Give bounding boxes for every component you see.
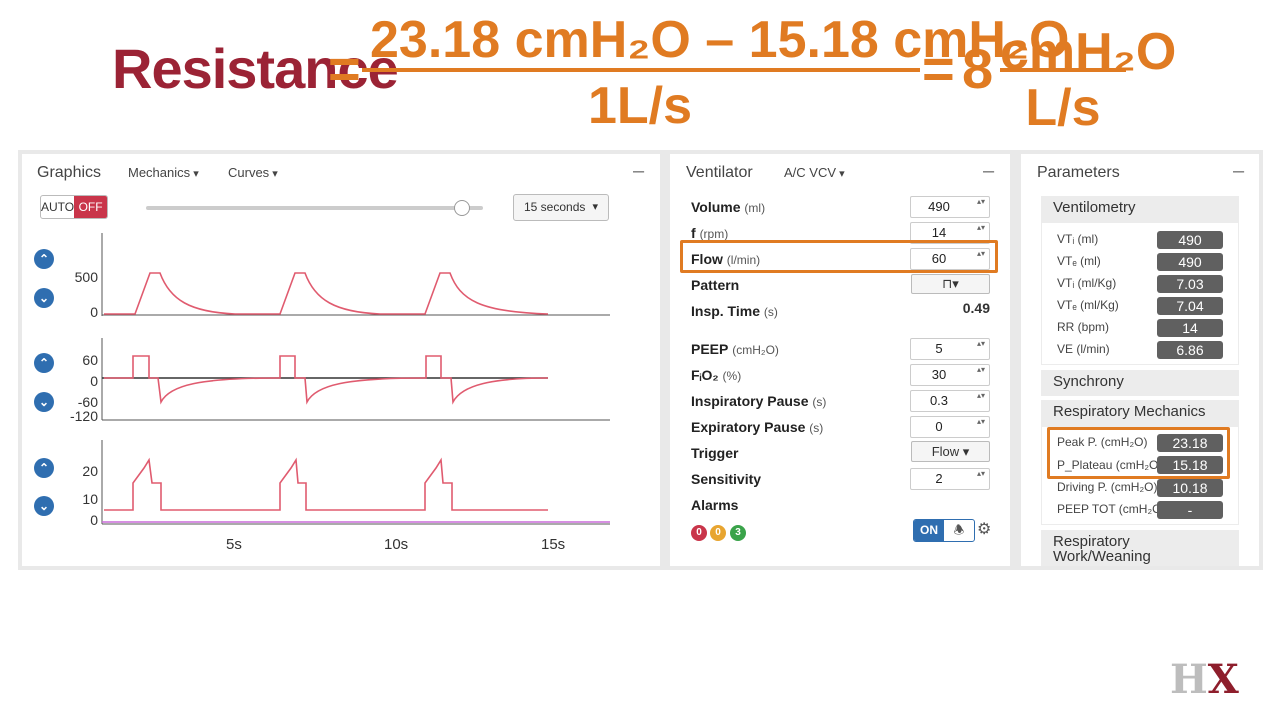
alarm-medium-count[interactable]: 0 [710,525,726,541]
ventilator-title: Ventilator [686,164,753,181]
sensitivity-input[interactable]: 2 [910,468,990,490]
sensitivity-label: Sensitivity [691,471,761,487]
vti-value: 490 [1157,231,1223,249]
parameters-title: Parameters [1037,164,1120,181]
peak-pressure-value: 23.18 [1157,434,1223,452]
frequency-name: f [691,225,696,241]
bell-icon[interactable]: 🕭 [944,520,974,541]
insp-pause-unit: (s) [812,395,827,409]
peep-tot-label: PEEP TOT (cmH₂O) [1057,502,1166,516]
vte-value: 490 [1157,253,1223,271]
ventilometry-header[interactable]: Ventilometry [1041,196,1239,222]
driving-pressure-label: Driving P. (cmH₂O) [1057,480,1158,494]
volume-name: Volume [691,199,741,215]
volume-unit: (ml) [744,201,766,215]
fio2-input[interactable]: 30 [910,364,990,386]
flow-waveform [104,355,549,405]
peep-unit: (cmH₂O) [732,343,779,357]
hx-logo: HX [1170,656,1239,703]
ve-value: 6.86 [1157,341,1223,359]
vti-kg-value: 7.03 [1157,275,1223,293]
alarms-name: Alarms [691,497,739,513]
alarm-low-count[interactable]: 3 [730,525,746,541]
peep-name: PEEP [691,341,729,357]
alarms-label: Alarms [691,497,738,513]
flow-name: Flow [691,251,723,267]
vte-kg-value: 7.04 [1157,297,1223,315]
insp-time-value: 0.49 [962,300,990,316]
flow-input[interactable]: 60 [910,248,990,270]
alarm-high-count[interactable]: 0 [691,525,707,541]
gear-icon[interactable]: ⚙ [977,519,991,539]
respiratory-mechanics-header[interactable]: Respiratory Mechanics [1041,400,1239,426]
pressure-waveform [104,457,548,511]
exp-pause-name: Expiratory Pause [691,419,806,435]
caret-down-icon: ▾ [962,444,970,459]
trigger-name: Trigger [691,445,739,461]
logo-h: H [1170,656,1208,703]
parameters-minimize-button[interactable]: – [1233,160,1244,183]
insp-pause-label: Inspiratory Pause (s) [691,393,826,409]
vte-kg-label: VTₑ (ml/Kg) [1057,298,1119,312]
ventilator-minimize-button[interactable]: – [983,160,994,183]
pattern-dropdown[interactable]: ⊓▾ [911,274,990,294]
synchrony-header[interactable]: Synchrony [1041,370,1239,396]
respiratory-work-header[interactable]: Respiratory Work/Weaning [1041,530,1239,566]
sensitivity-name: Sensitivity [691,471,762,487]
ve-label: VE (l/min) [1057,342,1110,356]
peak-pressure-label: Peak P. (cmH₂O) [1057,435,1148,449]
vti-kg-label: VTᵢ (ml/Kg) [1057,276,1117,290]
trigger-label: Trigger [691,445,738,461]
alarm-toggle[interactable]: ON 🕭 [913,519,975,542]
exp-pause-input[interactable]: 0 [910,416,990,438]
peep-tot-value: - [1157,501,1223,519]
vti-label: VTᵢ (ml) [1057,232,1099,246]
fio2-name: FᵢO₂ [691,367,719,383]
fio2-unit: (%) [722,369,742,383]
frequency-label: f (rpm) [691,225,728,241]
insp-time-label: Insp. Time (s) [691,303,778,319]
volume-waveform [104,272,549,315]
plateau-pressure-label: P_Plateau (cmH₂O) [1057,458,1163,472]
peep-input[interactable]: 5 [910,338,990,360]
peep-label: PEEP (cmH₂O) [691,341,779,357]
fio2-label: FᵢO₂ (%) [691,367,741,383]
vte-label: VTₑ (ml) [1057,254,1101,268]
driving-pressure-value: 10.18 [1157,479,1223,497]
insp-pause-name: Inspiratory Pause [691,393,809,409]
insp-time-name: Insp. Time [691,303,760,319]
respiratory-work-line2: Work/Weaning [1053,548,1151,565]
flow-unit: (l/min) [726,253,761,267]
volume-label: Volume (ml) [691,199,765,215]
insp-pause-input[interactable]: 0.3 [910,390,990,412]
flow-label: Flow (l/min) [691,251,760,267]
exp-pause-label: Expiratory Pause (s) [691,419,823,435]
pattern-label: Pattern [691,277,739,293]
volume-input[interactable]: 490 [910,196,990,218]
rr-value: 14 [1157,319,1223,337]
exp-pause-unit: (s) [809,421,824,435]
trigger-value: Flow [931,444,960,459]
rr-label: RR (bpm) [1057,320,1110,334]
insp-time-unit: (s) [763,305,778,319]
plateau-pressure-value: 15.18 [1157,456,1223,474]
pattern-name: Pattern [691,277,740,293]
mode-dropdown[interactable]: A/C VCV [784,165,845,180]
logo-x: X [1207,656,1239,703]
frequency-unit: (rpm) [699,227,729,241]
respiratory-work-line1: Respiratory [1053,533,1130,550]
trigger-dropdown[interactable]: Flow ▾ [911,441,990,462]
alarm-on-label[interactable]: ON [914,520,944,541]
